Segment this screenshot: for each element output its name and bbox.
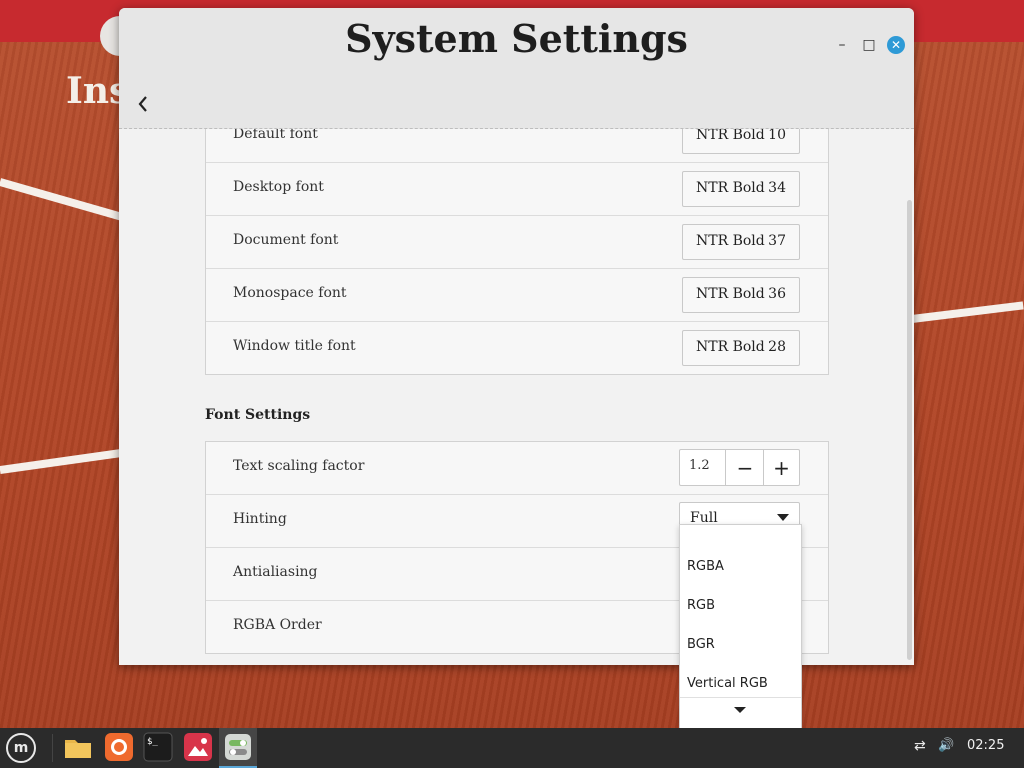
chevron-left-icon [138, 96, 147, 112]
scrollbar[interactable] [907, 200, 912, 660]
svg-text:$_: $_ [147, 737, 158, 747]
font-name: NTR Bold [696, 233, 765, 249]
dropdown-option-rgb[interactable]: RGB [687, 598, 715, 613]
row-label: Monospace font [233, 285, 347, 301]
text-scaling-spinner: 1.2 − + [679, 449, 800, 486]
back-button[interactable] [133, 92, 153, 116]
court-line [911, 301, 1024, 323]
chevron-down-icon [734, 707, 746, 713]
image-viewer-icon [184, 733, 212, 761]
taskbar: m $_ ⇄ 🔊 02:25 [0, 728, 1024, 768]
decrease-button[interactable]: − [727, 450, 764, 485]
dropdown-arrow-icon [777, 514, 789, 521]
row-label: RGBA Order [233, 617, 322, 633]
text-scaling-row: Text scaling factor 1.2 − + [206, 442, 828, 495]
font-row-window-title: Window title font NTR Bold 28 [206, 322, 828, 374]
window-header: System Settings – □ ✕ [119, 8, 914, 129]
terminal-app[interactable]: $_ [143, 732, 173, 762]
folder-icon [65, 740, 91, 758]
font-row-monospace: Monospace font NTR Bold 36 [206, 269, 828, 322]
document-font-button[interactable]: NTR Bold 37 [682, 224, 800, 260]
system-settings-app[interactable] [223, 732, 253, 762]
font-size: 37 [768, 233, 786, 249]
font-size: 34 [768, 180, 786, 196]
row-label: Antialiasing [233, 564, 318, 580]
window-title: System Settings [345, 16, 688, 61]
dropdown-option-bgr[interactable]: BGR [687, 637, 715, 652]
row-label: Text scaling factor [233, 458, 365, 474]
row-label: Document font [233, 232, 339, 248]
dropdown-option-rgba[interactable]: RGBA [687, 559, 724, 574]
court-line [0, 178, 127, 222]
font-name: NTR Bold [696, 339, 765, 355]
row-label: Hinting [233, 511, 287, 527]
font-row-default: Default font NTR Bold 10 [206, 129, 828, 163]
terminal-icon: $_ [143, 732, 173, 762]
toggle-settings-icon [225, 734, 251, 760]
monospace-font-button[interactable]: NTR Bold 36 [682, 277, 800, 313]
network-icon[interactable]: ⇄ [914, 738, 926, 754]
fonts-group: Default font NTR Bold 10 Desktop font NT… [205, 129, 829, 375]
increase-button[interactable]: + [764, 450, 799, 485]
row-label: Default font [233, 129, 318, 142]
dropdown-scroll-down[interactable] [680, 697, 801, 730]
font-size: 36 [768, 286, 786, 302]
taskbar-divider [52, 734, 53, 762]
font-name: NTR Bold [696, 286, 765, 302]
firefox-icon [105, 733, 133, 761]
minimize-button[interactable]: – [833, 36, 851, 54]
mint-logo-icon: m [13, 740, 29, 756]
close-button[interactable]: ✕ [887, 36, 905, 54]
default-font-button[interactable]: NTR Bold 10 [682, 129, 800, 154]
font-size: 10 [768, 129, 786, 143]
font-name: NTR Bold [696, 129, 765, 143]
desktop-font-button[interactable]: NTR Bold 34 [682, 171, 800, 207]
font-name: NTR Bold [696, 180, 765, 196]
row-label: Desktop font [233, 179, 324, 195]
font-row-document: Document font NTR Bold 37 [206, 216, 828, 269]
window-title-font-button[interactable]: NTR Bold 28 [682, 330, 800, 366]
row-label: Window title font [233, 338, 356, 354]
image-viewer-app[interactable] [183, 732, 213, 762]
font-size: 28 [768, 339, 786, 355]
firefox-app[interactable] [104, 732, 134, 762]
court-line [0, 448, 125, 474]
clock[interactable]: 02:25 [967, 738, 1004, 753]
font-row-desktop: Desktop font NTR Bold 34 [206, 163, 828, 216]
dropdown-option-vertical-rgb[interactable]: Vertical RGB [687, 676, 768, 691]
volume-icon[interactable]: 🔊 [938, 738, 954, 753]
section-title-font-settings: Font Settings [205, 407, 311, 423]
rgba-order-dropdown: RGBA RGB BGR Vertical RGB [679, 524, 802, 730]
files-app[interactable] [63, 732, 93, 762]
maximize-button[interactable]: □ [860, 36, 878, 54]
menu-button[interactable]: m [6, 733, 36, 763]
text-scaling-input[interactable]: 1.2 [680, 450, 726, 485]
